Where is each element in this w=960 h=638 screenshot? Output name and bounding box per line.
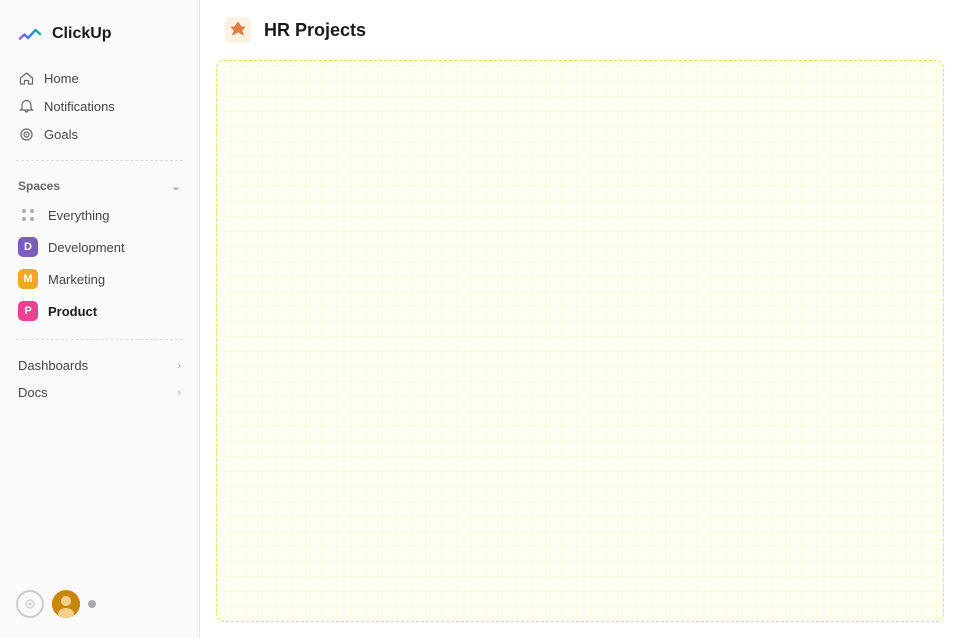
spaces-chevron-icon: ⌄ — [171, 179, 181, 193]
divider-1 — [16, 160, 183, 161]
project-icon — [224, 16, 252, 44]
dotted-content-area — [216, 60, 944, 622]
nav-goals[interactable]: Goals — [8, 120, 191, 148]
everything-label: Everything — [48, 208, 109, 223]
goals-icon — [18, 126, 34, 142]
sidebar-item-docs[interactable]: Docs › — [8, 379, 191, 406]
sidebar-item-development[interactable]: D Development — [8, 231, 191, 263]
logo-text: ClickUp — [52, 25, 112, 43]
goals-label: Goals — [44, 127, 78, 142]
product-badge: P — [18, 301, 38, 321]
sidebar-item-everything[interactable]: Everything — [8, 199, 191, 231]
nav-section: Home Notifications Goals — [0, 64, 199, 148]
dashboards-left: Dashboards — [18, 358, 88, 373]
bell-icon — [18, 98, 34, 114]
divider-2 — [16, 339, 183, 340]
sidebar: ClickUp Home Notifications — [0, 0, 200, 638]
home-label: Home — [44, 71, 79, 86]
home-icon — [18, 70, 34, 86]
dashboards-label: Dashboards — [18, 358, 88, 373]
avatar — [52, 590, 80, 618]
main-header: HR Projects — [200, 0, 960, 60]
sidebar-item-marketing[interactable]: M Marketing — [8, 263, 191, 295]
docs-left: Docs — [18, 385, 48, 400]
status-dot — [88, 600, 96, 608]
nav-notifications[interactable]: Notifications — [8, 92, 191, 120]
product-label: Product — [48, 304, 97, 319]
main-content: HR Projects — [200, 0, 960, 638]
notifications-label: Notifications — [44, 99, 115, 114]
development-badge: D — [18, 237, 38, 257]
sidebar-item-dashboards[interactable]: Dashboards › — [8, 352, 191, 379]
avatar-face — [52, 590, 80, 618]
everything-icon — [18, 205, 38, 225]
user-area[interactable] — [0, 582, 199, 626]
nav-home[interactable]: Home — [8, 64, 191, 92]
notification-ring-icon — [16, 590, 44, 618]
clickup-logo-icon — [16, 20, 44, 48]
spaces-header[interactable]: Spaces ⌄ — [8, 173, 191, 199]
spaces-label: Spaces — [18, 179, 60, 193]
logo-area[interactable]: ClickUp — [0, 12, 199, 64]
dashboards-chevron-icon: › — [177, 360, 181, 372]
marketing-label: Marketing — [48, 272, 105, 287]
docs-label: Docs — [18, 385, 48, 400]
docs-chevron-icon: › — [177, 387, 181, 399]
development-label: Development — [48, 240, 125, 255]
marketing-badge: M — [18, 269, 38, 289]
sidebar-item-product[interactable]: P Product — [8, 295, 191, 327]
project-title: HR Projects — [264, 20, 366, 41]
